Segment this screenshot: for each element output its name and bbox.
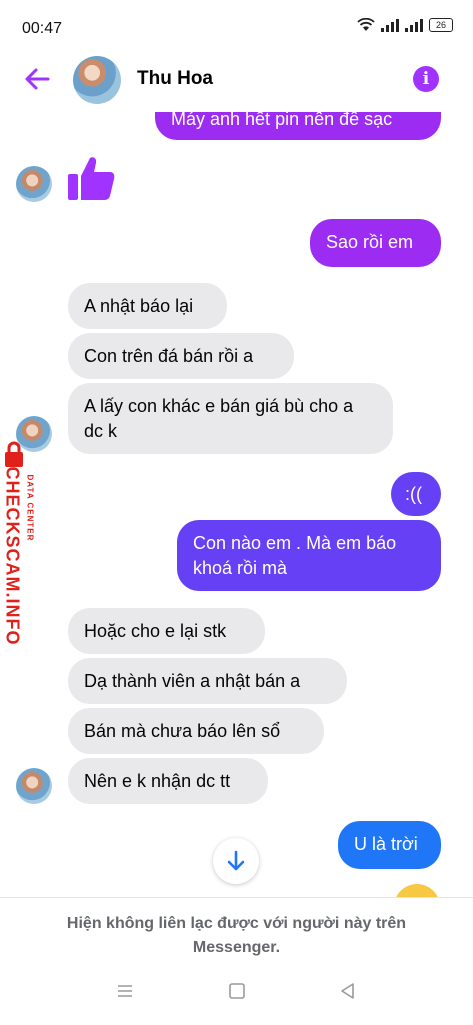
status-time: 00:47 bbox=[22, 20, 63, 37]
unavailable-notice: Hiện không liên lạc được với người này t… bbox=[66, 915, 407, 956]
message-incoming[interactable]: Con trên đá bán rồi a bbox=[68, 333, 294, 379]
watermark: DATA CENTER CHECKSCAM.INFO bbox=[0, 440, 46, 670]
message-incoming[interactable]: A nhật báo lại bbox=[68, 283, 227, 329]
message-incoming[interactable]: Hoặc cho e lại stk bbox=[68, 608, 265, 654]
footer: Hiện không liên lạc được với người này t… bbox=[0, 897, 473, 1025]
battery-icon: 26 bbox=[429, 18, 453, 32]
lock-icon bbox=[5, 441, 23, 467]
message-incoming[interactable]: Nên e k nhận dc tt bbox=[68, 758, 268, 804]
message-list[interactable]: Máy anh hết pin nên để sạc Sao rồi em A … bbox=[0, 112, 473, 897]
message-outgoing[interactable]: Máy anh hết pin nên để sạc bbox=[155, 112, 441, 140]
message-incoming[interactable]: Bán mà chưa báo lên sổ bbox=[68, 708, 324, 754]
chat-header: Thu Hoa i bbox=[0, 50, 473, 112]
scroll-down-button[interactable] bbox=[213, 838, 259, 884]
menu-icon[interactable] bbox=[116, 982, 134, 1005]
watermark-brand: CHECKSCAM.INFO bbox=[2, 466, 23, 646]
info-icon[interactable]: i bbox=[413, 66, 439, 92]
system-nav-bar bbox=[0, 982, 473, 1012]
contact-name[interactable]: Thu Hoa bbox=[137, 68, 213, 90]
arrow-left-icon[interactable] bbox=[22, 64, 52, 94]
contact-avatar[interactable] bbox=[73, 56, 121, 104]
message-outgoing[interactable]: :(( bbox=[391, 472, 441, 516]
home-icon[interactable] bbox=[228, 982, 246, 1005]
thumbs-up-icon[interactable] bbox=[66, 154, 116, 204]
back-icon[interactable] bbox=[339, 982, 357, 1005]
message-outgoing[interactable]: U là trời bbox=[338, 821, 441, 869]
wifi-icon bbox=[357, 18, 375, 31]
avatar[interactable] bbox=[16, 166, 52, 202]
watermark-subtitle: DATA CENTER bbox=[25, 474, 35, 542]
message-outgoing[interactable]: Sao rồi em bbox=[310, 219, 441, 267]
signal-icon-2 bbox=[405, 18, 423, 32]
message-outgoing[interactable]: Con nào em . Mà em báo khoá rồi mà bbox=[177, 520, 441, 591]
arrow-down-icon bbox=[227, 850, 245, 871]
message-incoming[interactable]: Dạ thành viên a nhật bán a bbox=[68, 658, 347, 704]
avatar[interactable] bbox=[16, 768, 52, 804]
message-incoming[interactable]: A lấy con khác e bán giá bù cho a dc k bbox=[68, 383, 393, 454]
status-icons: 26 bbox=[357, 18, 453, 32]
signal-icon bbox=[381, 18, 399, 32]
